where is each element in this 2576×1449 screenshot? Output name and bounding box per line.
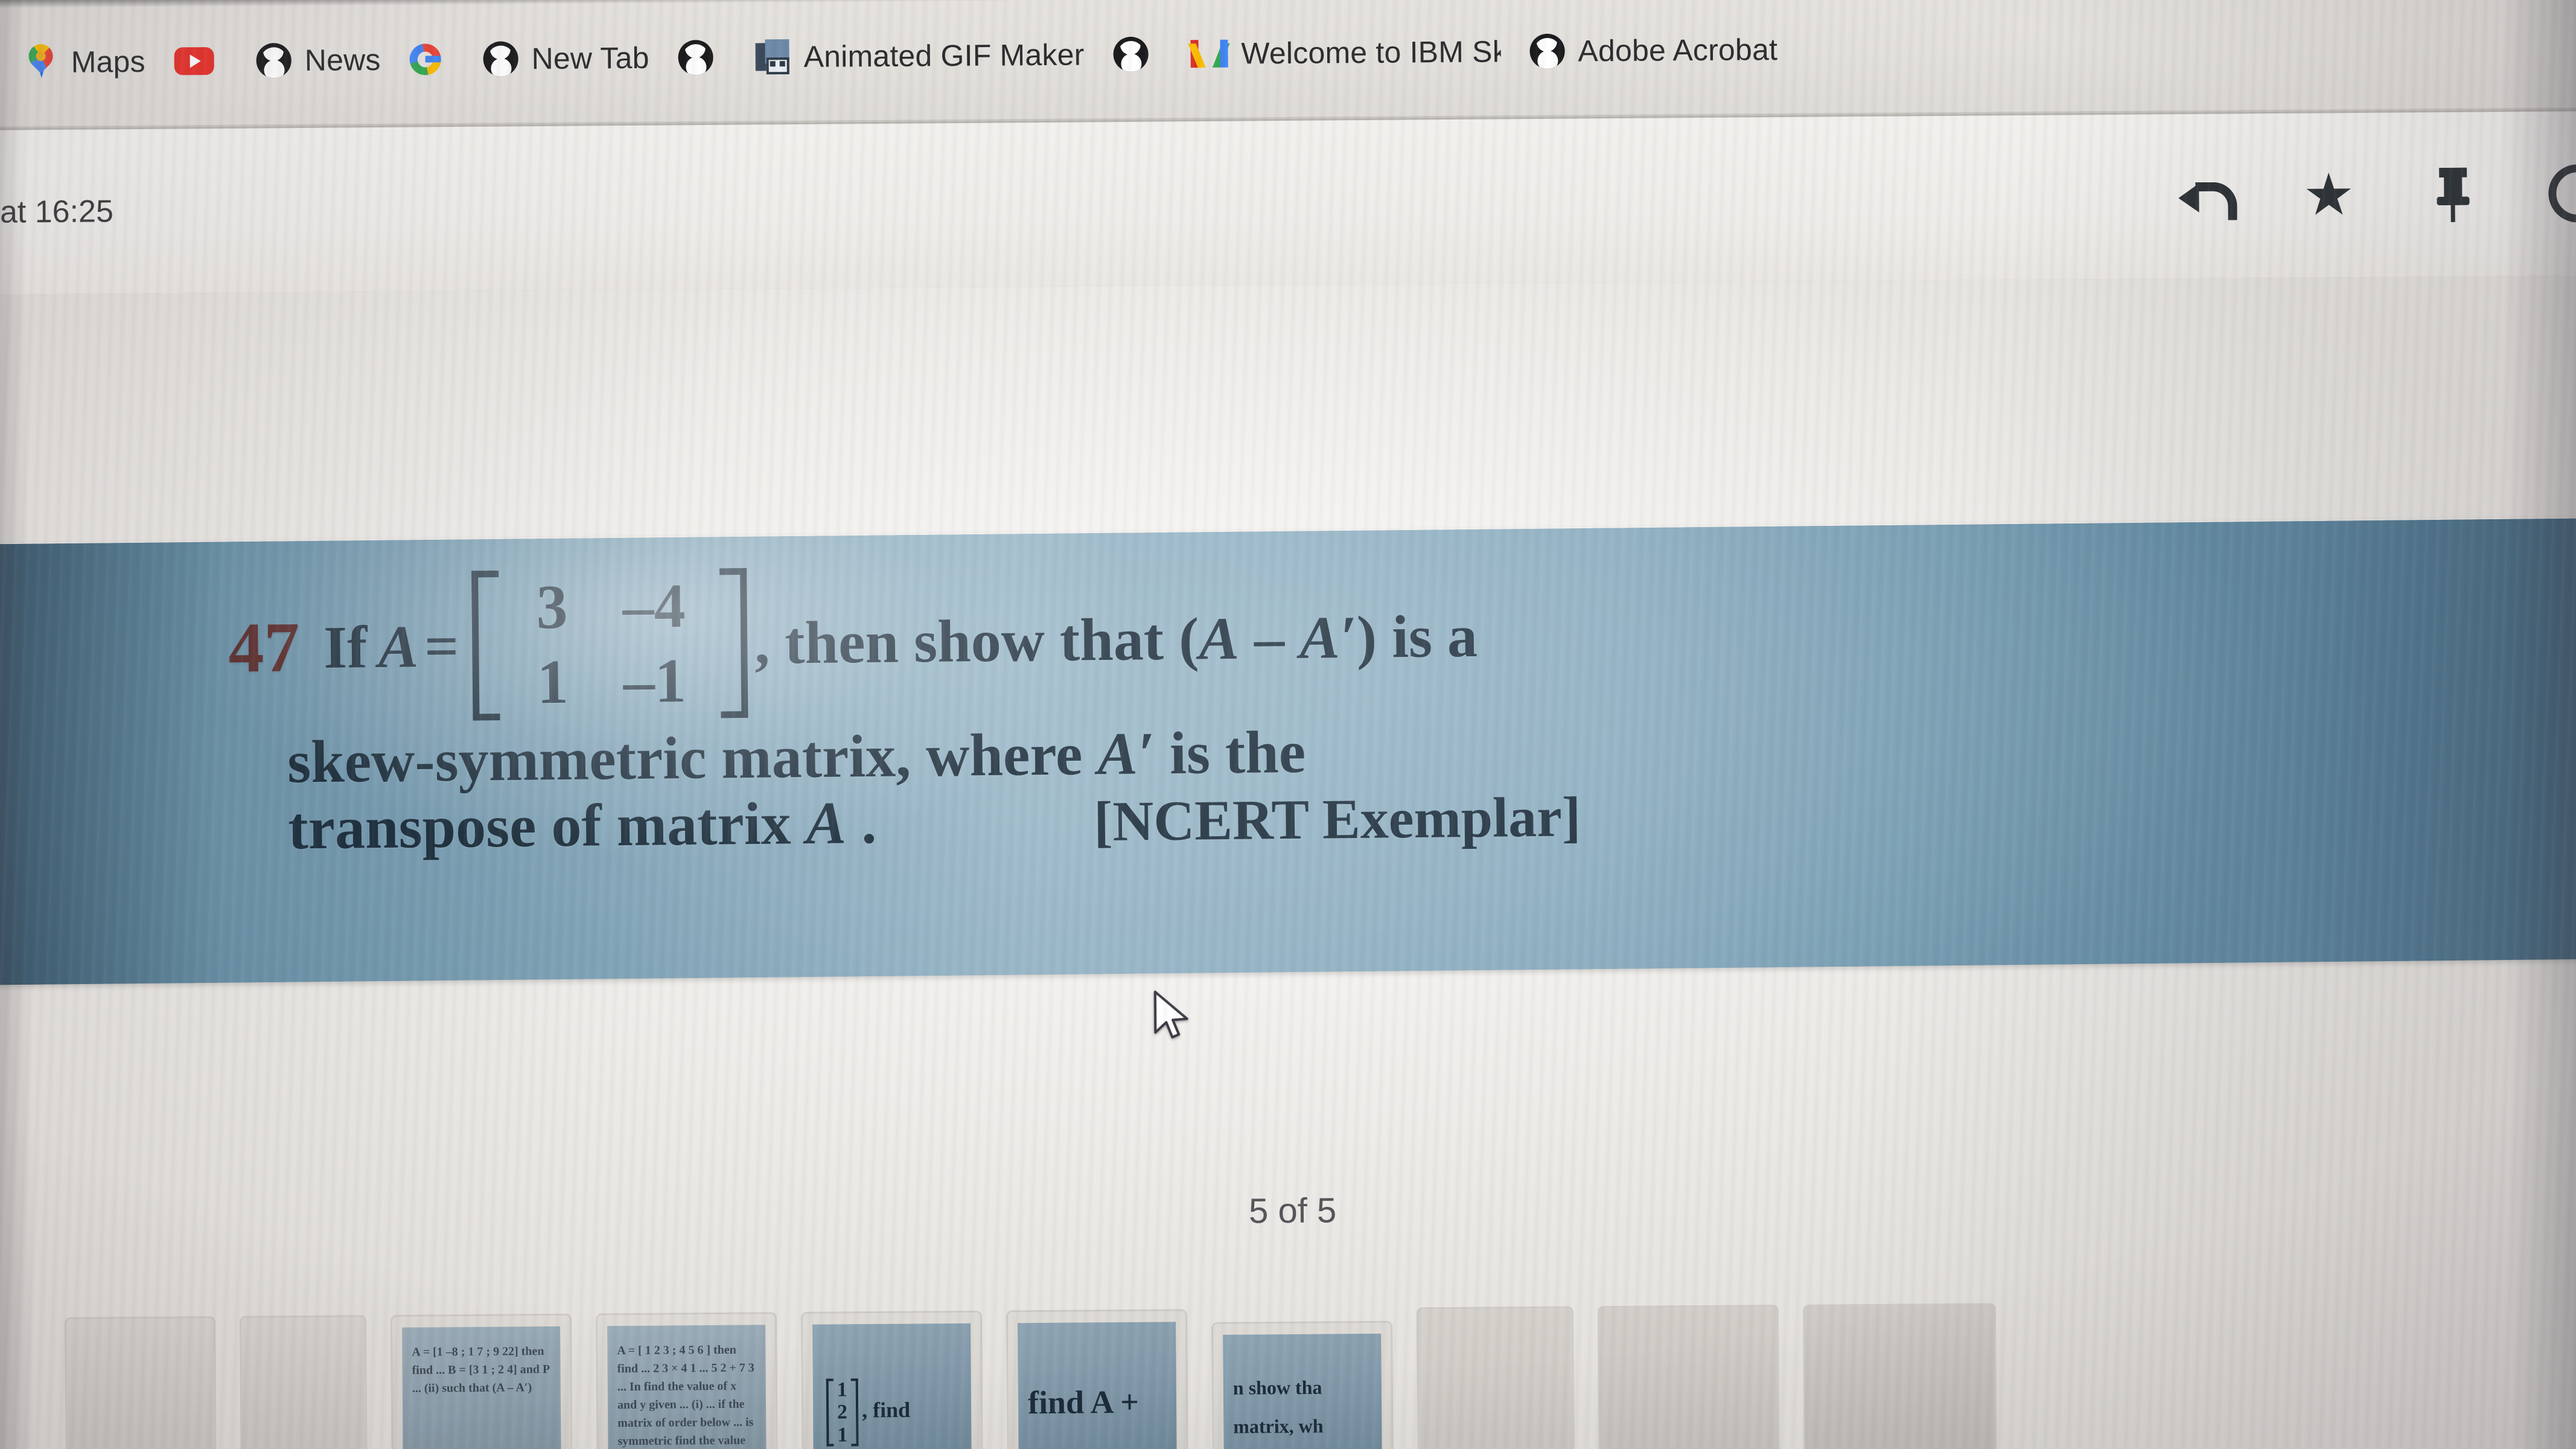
bookmark-label-gif-maker: Animated GIF Maker <box>803 37 1085 74</box>
gif-maker-icon <box>755 39 790 75</box>
thumb5-m1: 2 <box>837 1401 848 1424</box>
mouse-cursor <box>1152 989 1194 1048</box>
matrix-bracket-right <box>719 568 748 718</box>
message-body: 47 If A = 3 –4 1 –1 , then show that (A … <box>0 275 2576 1449</box>
globe-icon <box>256 43 292 78</box>
reply-icon <box>2178 175 2231 218</box>
matrix-cell-r1c1: –1 <box>623 646 687 717</box>
tail-text-c: ) is a <box>1356 602 1478 671</box>
globe-icon <box>678 39 713 75</box>
bookmark-item-newtab[interactable]: New Tab <box>468 13 664 104</box>
question-line-1-tail: , then show that (A – A′) is a <box>754 601 1478 677</box>
thumbnail-7-content: n show tha matrix, wh ix A . <box>1223 1333 1382 1449</box>
bookmark-label-ibm: Welcome to IBM Ski... <box>1241 34 1501 71</box>
thumbnail-10[interactable] <box>1802 1303 1997 1449</box>
toolbar-left-group: y at 16:25 <box>0 193 113 231</box>
maps-pin-icon <box>24 39 58 80</box>
equals-sign: = <box>424 612 459 680</box>
message-timestamp: y at 16:25 <box>0 194 114 230</box>
thumb5-m0: 1 <box>837 1378 847 1401</box>
more-button[interactable] <box>2542 158 2576 229</box>
matrix-cell-r0c0: 3 <box>536 572 569 642</box>
scanned-question-image: 47 If A = 3 –4 1 –1 , then show that (A … <box>0 518 2576 985</box>
bookmark-label-news: News <box>304 42 381 77</box>
thumbnail-9[interactable] <box>1597 1305 1780 1449</box>
bookmark-item-gif-maker[interactable]: Animated GIF Maker <box>741 9 1099 102</box>
thumbnail-6-content: find A + <box>1018 1322 1177 1449</box>
thumbnail-5-label: , find <box>861 1397 911 1422</box>
bookmarks-bar: e Maps News New Ta <box>0 0 2576 129</box>
tail-italic-a: A <box>1198 604 1240 672</box>
message-toolbar: y at 16:25 ★ <box>0 111 2576 295</box>
scan-content: 47 If A = 3 –4 1 –1 , then show that (A … <box>228 534 2569 982</box>
pin-button[interactable] <box>2417 158 2489 230</box>
thumbnail-3-content: A = [1 –8 ; 1 7 ; 9 22] then find ... B … <box>402 1326 561 1449</box>
globe-icon <box>1113 36 1149 72</box>
page-indicator: 5 of 5 <box>1248 1191 1337 1231</box>
google-g-icon <box>409 43 441 75</box>
attachment-thumbnail-strip: A = [1 –8 ; 1 7 ; 9 22] then find ... B … <box>0 1299 2576 1449</box>
matrix-cell-r0c1: –4 <box>622 571 686 642</box>
bookmark-item-ibm[interactable]: Welcome to IBM Ski... <box>1176 6 1516 99</box>
bookmark-item-news[interactable]: News <box>241 14 395 106</box>
globe-icon <box>1529 33 1565 69</box>
line3-text-a: transpose of matrix <box>287 789 806 862</box>
question-line-1: 47 If A = 3 –4 1 –1 , then show that (A … <box>228 534 2566 739</box>
youtube-icon <box>174 47 214 75</box>
screen-photo: e Maps News New Ta <box>0 0 2576 1449</box>
line2-text-a: skew-symmetric matrix, where <box>287 720 1098 796</box>
gmail-icon <box>1188 39 1230 68</box>
bookmark-item-6[interactable] <box>663 12 741 103</box>
bookmark-item-8[interactable] <box>1098 8 1176 100</box>
tail-italic-aprime: A′ <box>1299 603 1357 671</box>
toolbar-right-group: ★ <box>2169 158 2576 232</box>
star-icon: ★ <box>2302 162 2355 228</box>
line3-italic-a: A <box>805 789 847 857</box>
thumbnail-4-content: A = [ 1 2 3 ; 4 5 6 ] then find ... 2 3 … <box>607 1325 767 1449</box>
thumbnail-2[interactable] <box>239 1315 368 1449</box>
tail-text-a: , then show that ( <box>754 604 1199 677</box>
question-source-tag: [NCERT Exemplar] <box>1093 785 1581 854</box>
thumbnail-8[interactable] <box>1416 1306 1575 1449</box>
monitor-screen-content: e Maps News New Ta <box>0 0 2576 1449</box>
bookmark-label-acrobat: Adobe Acrobat <box>1578 33 1778 68</box>
tail-text-b: – <box>1239 604 1300 672</box>
matrix-cell-r1c0: 1 <box>537 647 569 717</box>
line3-lead: transpose of matrix A . <box>287 788 877 862</box>
reply-button[interactable] <box>2169 160 2240 232</box>
bookmark-item-acrobat[interactable]: Adobe Acrobat <box>1515 4 1793 97</box>
question-number: 47 <box>228 607 300 688</box>
thumbnail-6-label: find A + <box>1027 1383 1140 1421</box>
thumbnail-1[interactable] <box>64 1316 217 1449</box>
matrix-bracket-left <box>471 571 500 721</box>
thumbnail-6[interactable]: find A + <box>1006 1309 1188 1449</box>
line2-text-b: is the <box>1154 718 1306 787</box>
bookmark-label-maps: Maps <box>71 44 145 79</box>
globe-icon <box>483 41 518 77</box>
thumb5-m2: 1 <box>837 1424 848 1447</box>
thumbnail-5-content: 1 2 1 , find <box>812 1323 972 1449</box>
thumbnail-7[interactable]: n show tha matrix, wh ix A . <box>1211 1320 1394 1449</box>
thumbnail-4[interactable]: A = [ 1 2 3 ; 4 5 6 ] then find ... 2 3 … <box>595 1312 778 1449</box>
thumbnail-5-matrix: 1 2 1 <box>826 1378 859 1447</box>
bookmark-item-0[interactable]: e <box>0 18 10 108</box>
bookmark-item-youtube[interactable] <box>159 16 242 107</box>
line3-text-b: . <box>846 788 877 857</box>
star-button[interactable]: ★ <box>2293 159 2365 231</box>
pin-icon <box>2434 167 2472 222</box>
bookmark-item-maps[interactable]: Maps <box>9 16 160 108</box>
matrix-symbol-a: A <box>377 612 419 680</box>
question-if-word: If <box>323 613 368 681</box>
line2-italic-aprime: A′ <box>1097 720 1155 788</box>
thumbnail-5[interactable]: 1 2 1 , find <box>800 1310 983 1449</box>
bookmark-item-google[interactable] <box>395 14 469 105</box>
circle-icon <box>2548 164 2576 223</box>
thumbnail-3[interactable]: A = [1 –8 ; 1 7 ; 9 22] then find ... B … <box>390 1313 573 1449</box>
bookmark-label-newtab: New Tab <box>531 40 649 76</box>
matrix-a: 3 –4 1 –1 <box>471 568 748 721</box>
